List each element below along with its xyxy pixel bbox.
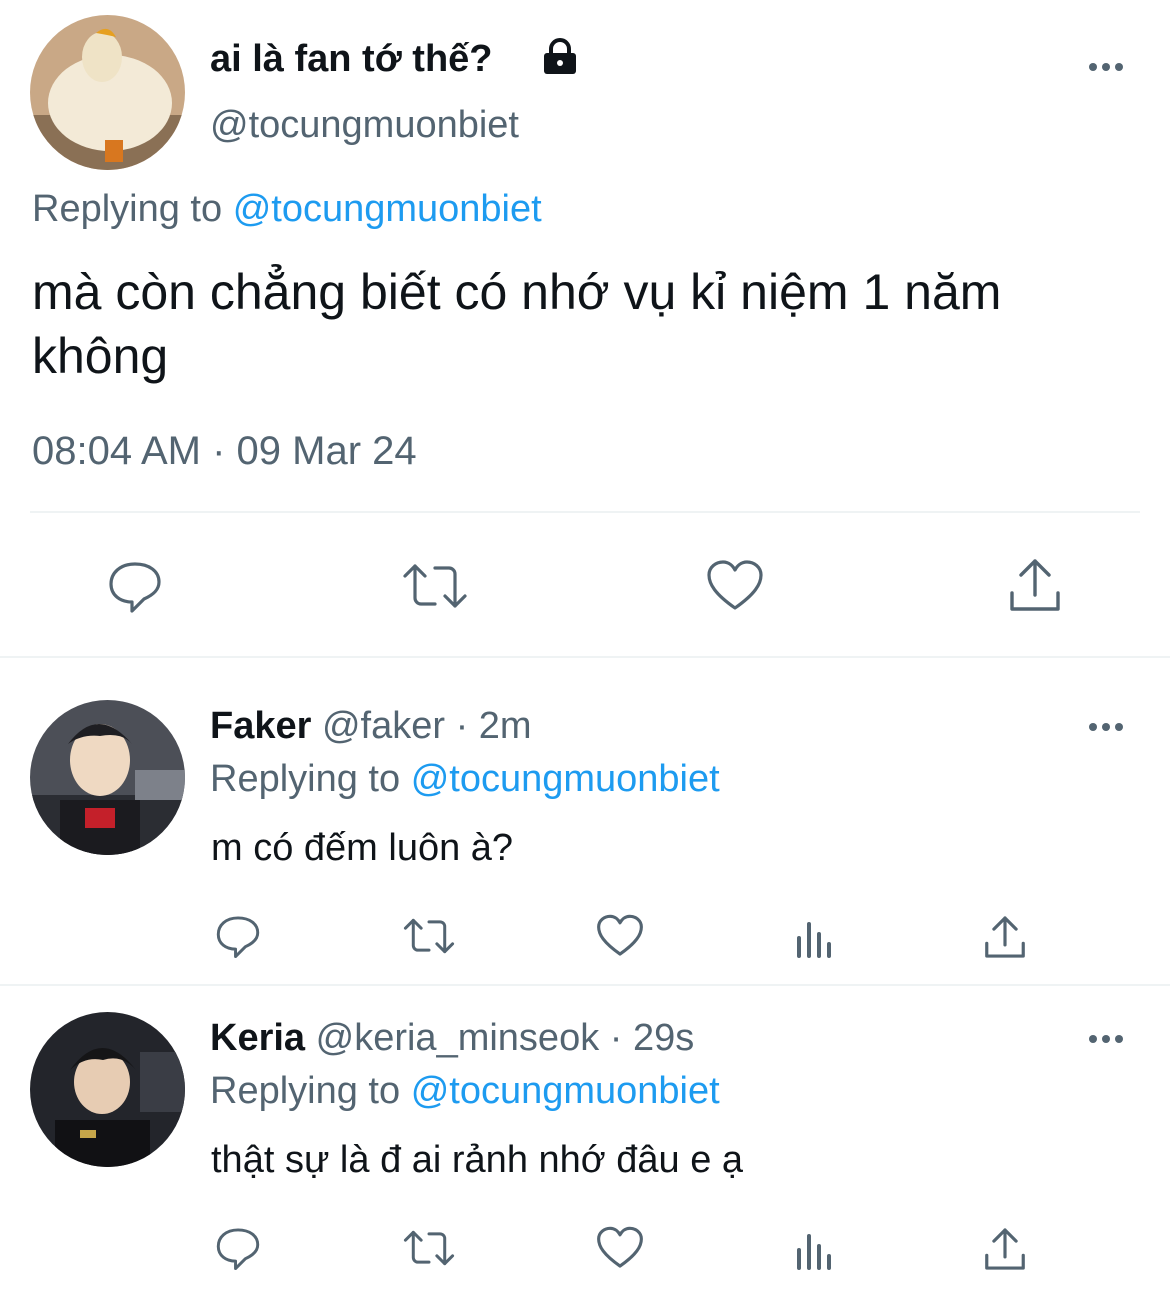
main-replying-line: Replying to @tocungmuonbiet [32, 186, 542, 232]
retweet-arrows-icon [403, 918, 455, 954]
heart-icon [707, 560, 763, 610]
reply-1-more-icon[interactable] [1089, 723, 1123, 731]
reply-1-replying-line: Replying to @tocungmuonbiet [210, 756, 720, 802]
reply-1-display-name[interactable]: Faker [210, 705, 311, 747]
reply-2-like-button[interactable] [592, 1222, 648, 1274]
reply-2-display-name[interactable]: Keria [210, 1017, 305, 1059]
reply-2-replying-link[interactable]: @tocungmuonbiet [411, 1070, 720, 1112]
reply-1-reply-button[interactable] [210, 910, 266, 962]
reply-2-replying-line: Replying to @tocungmuonbiet [210, 1068, 720, 1114]
reply-2-meta[interactable]: @keria_minseok · 29s [316, 1017, 695, 1059]
main-share-button[interactable] [1000, 552, 1070, 618]
reply-2-reply-button[interactable] [210, 1222, 266, 1274]
speech-bubble-icon [216, 916, 260, 959]
main-like-button[interactable] [700, 554, 770, 618]
main-timestamp[interactable]: 08:04 AM · 09 Mar 24 [32, 426, 417, 476]
reply-2-retweet-button[interactable] [398, 1222, 460, 1274]
main-divider [30, 511, 1140, 513]
upload-arrow-icon [985, 1228, 1025, 1270]
reply-1-meta[interactable]: @faker · 2m [322, 705, 532, 747]
main-replying-prefix: Replying to [32, 188, 223, 230]
reply-1-header: Faker @faker · 2m [210, 703, 532, 749]
reply-avatar-keria[interactable] [30, 1012, 185, 1167]
main-reply-button[interactable] [100, 554, 170, 618]
main-replying-link[interactable]: @tocungmuonbiet [233, 188, 542, 230]
main-avatar[interactable] [30, 15, 185, 170]
main-more-icon[interactable] [1089, 63, 1123, 71]
main-handle[interactable]: @tocungmuonbiet [210, 102, 519, 148]
reply-1-replying-prefix: Replying to [210, 758, 401, 800]
retweet-arrows-icon [403, 1230, 455, 1266]
reply-2-views-button[interactable] [788, 1224, 838, 1274]
heart-icon [597, 1226, 643, 1268]
reply-1-like-button[interactable] [592, 910, 648, 962]
heart-icon [597, 914, 643, 956]
reply-2-header: Keria @keria_minseok · 29s [210, 1015, 694, 1061]
bar-chart-icon [797, 1234, 831, 1270]
reply-2-share-button[interactable] [978, 1222, 1032, 1276]
speech-bubble-icon [109, 562, 161, 613]
reply-1-retweet-button[interactable] [398, 910, 460, 962]
main-tweet-text: mà còn chẳng biết có nhớ vụ kỉ niệm 1 nă… [32, 264, 1002, 384]
reply-2-text: thật sự là đ ai rảnh nhớ đâu e ạ [211, 1139, 744, 1181]
upload-arrow-icon [1010, 559, 1060, 611]
reply-1-text: m có đếm luôn à? [211, 827, 514, 869]
reply-2-more-icon[interactable] [1089, 1035, 1123, 1043]
retweet-arrows-icon [403, 564, 467, 608]
section-divider-2 [0, 984, 1170, 986]
reply-avatar-faker[interactable] [30, 700, 185, 855]
reply-1-replying-link[interactable]: @tocungmuonbiet [411, 758, 720, 800]
upload-arrow-icon [985, 916, 1025, 958]
speech-bubble-icon [216, 1228, 260, 1271]
main-display-name-text[interactable]: ai là fan tớ thế? [210, 38, 493, 80]
lock-icon [540, 38, 580, 81]
bar-chart-icon [797, 922, 831, 958]
section-divider-1 [0, 656, 1170, 658]
reply-1-share-button[interactable] [978, 910, 1032, 964]
main-display-name[interactable]: ai là fan tớ thế? [210, 36, 493, 82]
reply-2-replying-prefix: Replying to [210, 1070, 401, 1112]
main-retweet-button[interactable] [398, 554, 472, 618]
reply-1-views-button[interactable] [788, 912, 838, 962]
